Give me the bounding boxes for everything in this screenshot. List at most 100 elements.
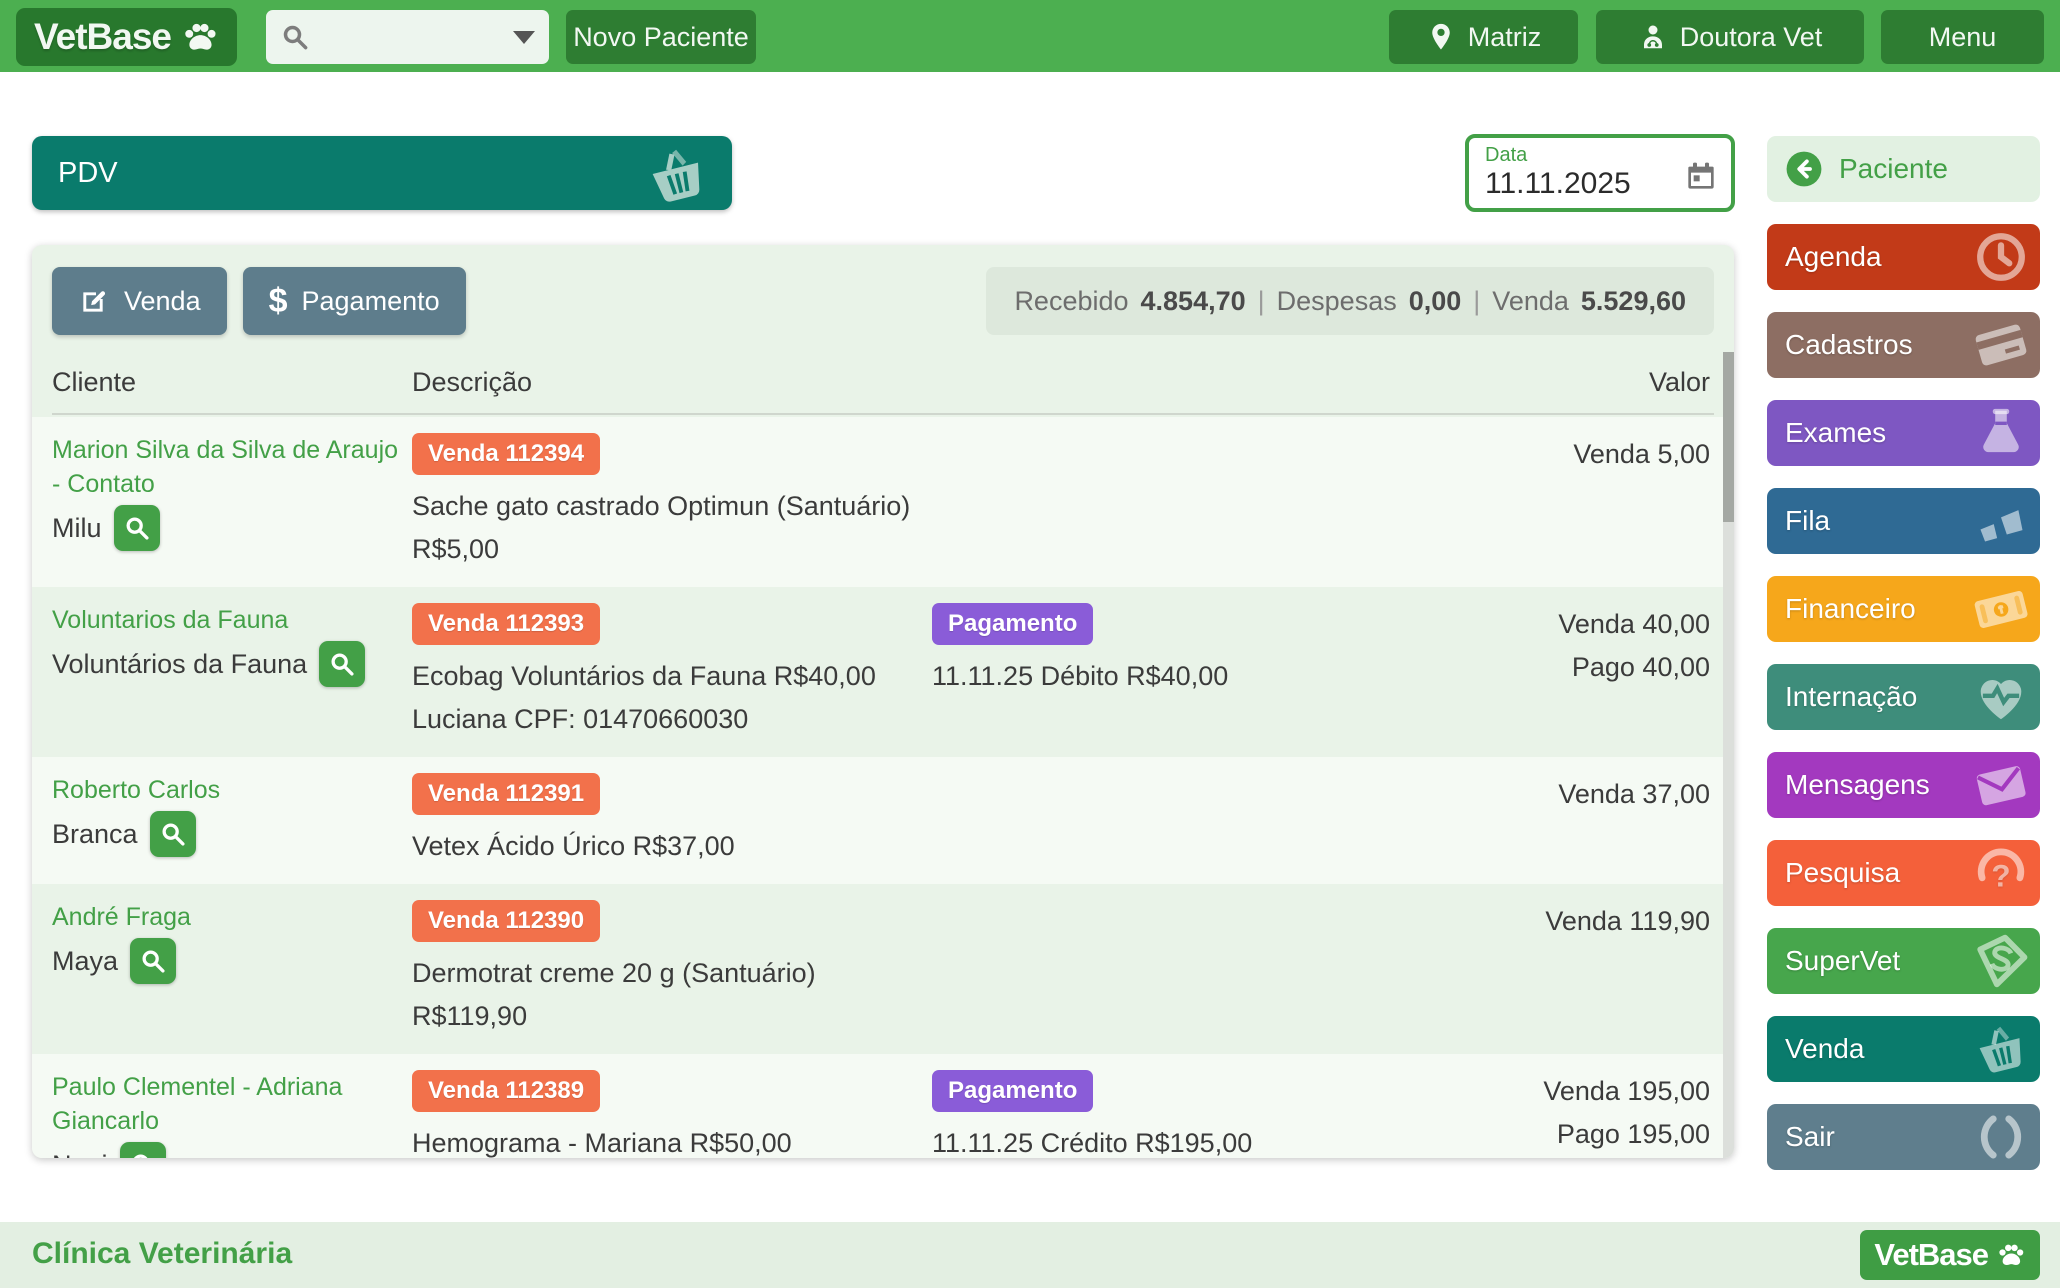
vetbase-logo[interactable]: VetBase [16, 8, 237, 66]
pet-name: Nupi [52, 1150, 108, 1159]
global-search[interactable] [266, 10, 549, 64]
flask-icon [1972, 404, 2030, 462]
sale-description: Hemograma - Mariana R$50,00 [412, 1122, 932, 1158]
payment-badge: Pagamento [932, 603, 1093, 645]
client-name-link[interactable]: Roberto Carlos [52, 773, 412, 807]
user-button[interactable]: Doutora Vet [1596, 10, 1864, 64]
sidebar-item-financeiro[interactable]: Financeiro [1767, 576, 2040, 642]
envelope-icon [1972, 756, 2030, 814]
sidebar-item-venda[interactable]: Venda [1767, 1016, 2040, 1082]
row-value: Pago 40,00 [1352, 646, 1710, 689]
column-header-valor: Valor [1352, 367, 1714, 398]
client-name-link[interactable]: Marion Silva da Silva de Araujo - Contat… [52, 433, 412, 501]
row-value: Venda 37,00 [1352, 773, 1710, 816]
sidebar-item-label: Sair [1785, 1121, 1835, 1153]
pagamento-tab-button[interactable]: $ Pagamento [243, 267, 466, 335]
descricao-cell: Venda 112389Hemograma - Mariana R$50,00C… [412, 1070, 932, 1158]
sidebar-item-label: Exames [1785, 417, 1886, 449]
sale-badge: Venda 112390 [412, 900, 600, 942]
sales-table-body: Marion Silva da Silva de Araujo - Contat… [32, 417, 1734, 1158]
descricao-cell: Venda 112393Ecobag Voluntários da Fauna … [412, 603, 932, 741]
row-value: Pago 195,00 [1352, 1113, 1710, 1156]
matriz-button[interactable]: Matriz [1389, 10, 1578, 64]
totals-summary: Recebido 4.854,70 | Despesas 0,00 | Vend… [986, 267, 1714, 335]
calendar-icon[interactable] [1685, 160, 1717, 192]
row-value: Venda 40,00 [1352, 603, 1710, 646]
column-header-descricao: Descrição [412, 367, 932, 398]
sidebar-back-paciente[interactable]: Paciente [1767, 136, 2040, 202]
top-navbar: VetBase Novo Paciente Matriz Doutora Vet… [0, 0, 2060, 72]
pagamento-cell [932, 773, 1352, 868]
pdv-panel: Venda $ Pagamento Recebido 4.854,70 | De… [32, 245, 1734, 1158]
row-value: Venda 119,90 [1352, 900, 1710, 943]
sidebar-item-fila[interactable]: Fila [1767, 488, 2040, 554]
table-row: Marion Silva da Silva de Araujo - Contat… [32, 417, 1734, 587]
chevron-down-icon[interactable] [513, 31, 535, 44]
row-value: Venda 5,00 [1352, 433, 1710, 476]
paw-icon [1996, 1240, 2026, 1270]
table-row: Paulo Clementel - Adriana Giancarlo Nupi V… [32, 1054, 1734, 1158]
sale-badge: Venda 112393 [412, 603, 600, 645]
clock-icon [1972, 228, 2030, 286]
pagamento-cell: Pagamento11.11.25 Crédito R$195,00 [932, 1070, 1352, 1158]
sidebar-item-supervet[interactable]: SuperVet [1767, 928, 2040, 994]
pet-name: Branca [52, 819, 138, 850]
recebido-label: Recebido [1014, 286, 1128, 317]
client-name-link[interactable]: André Fraga [52, 900, 412, 934]
sidebar-item-cadastros[interactable]: Cadastros [1767, 312, 2040, 378]
pet-name: Milu [52, 513, 102, 544]
sale-badge: Venda 112394 [412, 433, 600, 475]
sidebar-back-label: Paciente [1839, 153, 1948, 185]
sidebar-item-pesquisa[interactable]: Pesquisa? [1767, 840, 2040, 906]
sidebar-item-label: Cadastros [1785, 329, 1913, 361]
row-search-button[interactable] [120, 1142, 166, 1158]
novo-paciente-label: Novo Paciente [573, 22, 749, 53]
question-icon: ? [1972, 844, 2030, 902]
cliente-cell: Paulo Clementel - Adriana Giancarlo Nupi [52, 1070, 412, 1158]
search-input[interactable] [320, 23, 503, 51]
pet-line: Nupi [52, 1142, 412, 1158]
queue-icon [1972, 492, 2030, 550]
row-search-button[interactable] [130, 938, 176, 984]
search-icon [280, 22, 310, 52]
sidebar-item-label: Fila [1785, 505, 1830, 537]
sidebar-item-exames[interactable]: Exames [1767, 400, 2040, 466]
sidebar-item-sair[interactable]: Sair [1767, 1104, 2040, 1170]
sidebar-item-label: Agenda [1785, 241, 1882, 273]
separator: | [1473, 286, 1480, 317]
footer-bar: Clínica Veterinária VetBase [0, 1222, 2060, 1288]
scrollbar-track[interactable] [1723, 352, 1734, 1158]
pagamento-tab-label: Pagamento [302, 286, 440, 317]
user-label: Doutora Vet [1680, 22, 1823, 53]
pagamento-cell: Pagamento11.11.25 Débito R$40,00 [932, 603, 1352, 741]
date-field[interactable]: Data 11.11.2025 [1465, 134, 1735, 212]
cliente-cell: Roberto Carlos Branca [52, 773, 412, 868]
row-search-button[interactable] [114, 505, 160, 551]
clinic-name: Clínica Veterinária [32, 1237, 292, 1271]
sale-description: Dermotrat creme 20 g (Santuário) R$119,9… [412, 952, 932, 1038]
sidebar-item-internacao[interactable]: Internação [1767, 664, 2040, 730]
row-value: Venda 195,00 [1352, 1070, 1710, 1113]
search-icon [328, 650, 356, 678]
row-search-button[interactable] [319, 641, 365, 687]
valor-cell: Venda 40,00Pago 40,00 [1352, 603, 1714, 741]
sidebar-item-agenda[interactable]: Agenda [1767, 224, 2040, 290]
table-row: Roberto CarlosBrancaVenda 112391Vetex Ác… [32, 757, 1734, 884]
client-name-link[interactable]: Voluntarios da Fauna [52, 603, 412, 637]
scrollbar-thumb[interactable] [1723, 352, 1734, 522]
menu-button[interactable]: Menu [1881, 10, 2044, 64]
pdv-toolbar: Venda $ Pagamento Recebido 4.854,70 | De… [52, 267, 1714, 335]
client-name-link[interactable]: Paulo Clementel - Adriana Giancarlo [52, 1070, 412, 1138]
novo-paciente-button[interactable]: Novo Paciente [566, 10, 756, 64]
pet-line: Branca [52, 811, 412, 857]
pagamento-cell [932, 433, 1352, 571]
descricao-cell: Venda 112394 Sache gato castrado Optimun … [412, 433, 932, 571]
sidebar-item-label: SuperVet [1785, 945, 1900, 977]
pagamento-cell [932, 900, 1352, 1038]
pet-line: Voluntários da Fauna [52, 641, 412, 687]
table-row: André FragaMayaVenda 112390Dermotrat cre… [32, 884, 1734, 1054]
row-search-button[interactable] [150, 811, 196, 857]
sidebar-item-mensagens[interactable]: Mensagens [1767, 752, 2040, 818]
venda-tab-button[interactable]: Venda [52, 267, 227, 335]
sale-description: Sache gato castrado Optimun (Santuário) … [412, 485, 932, 571]
